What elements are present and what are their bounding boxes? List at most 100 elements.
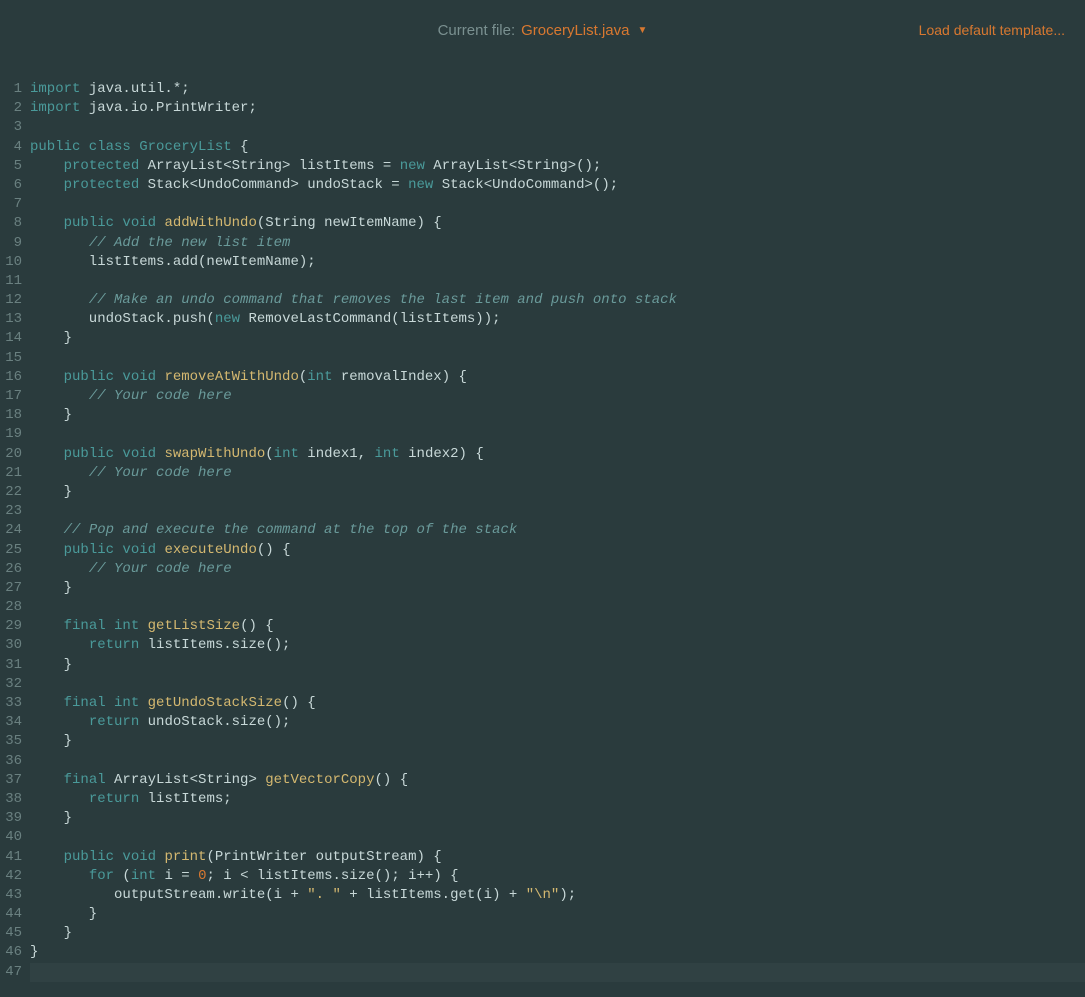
code-line[interactable] xyxy=(30,425,1085,444)
code-line[interactable]: } xyxy=(30,924,1085,943)
code-line[interactable]: import java.io.PrintWriter; xyxy=(30,99,1085,118)
current-file-label: Current file: xyxy=(438,22,516,39)
code-line[interactable]: protected ArrayList<String> listItems = … xyxy=(30,157,1085,176)
line-number: 36 xyxy=(0,752,22,771)
line-number: 35 xyxy=(0,732,22,751)
line-number: 37 xyxy=(0,771,22,790)
code-line[interactable]: outputStream.write(i + ". " + listItems.… xyxy=(30,886,1085,905)
line-number: 20 xyxy=(0,445,22,464)
code-line[interactable] xyxy=(30,963,1085,982)
editor-header: Current file: GroceryList.java ▼ Load de… xyxy=(0,0,1085,60)
code-line[interactable] xyxy=(30,349,1085,368)
line-number: 5 xyxy=(0,157,22,176)
code-line[interactable]: final int getListSize() { xyxy=(30,617,1085,636)
line-number: 13 xyxy=(0,310,22,329)
line-number: 19 xyxy=(0,425,22,444)
line-number: 32 xyxy=(0,675,22,694)
code-line[interactable]: // Add the new list item xyxy=(30,234,1085,253)
line-number: 28 xyxy=(0,598,22,617)
code-line[interactable]: } xyxy=(30,329,1085,348)
code-line[interactable]: public void swapWithUndo(int index1, int… xyxy=(30,445,1085,464)
line-number: 24 xyxy=(0,521,22,540)
code-line[interactable]: } xyxy=(30,483,1085,502)
line-number: 21 xyxy=(0,464,22,483)
line-number-gutter: 1234567891011121314151617181920212223242… xyxy=(0,80,30,982)
code-line[interactable]: public void executeUndo() { xyxy=(30,541,1085,560)
code-line[interactable] xyxy=(30,598,1085,617)
line-number: 1 xyxy=(0,80,22,99)
code-line[interactable]: public void removeAtWithUndo(int removal… xyxy=(30,368,1085,387)
line-number: 39 xyxy=(0,809,22,828)
code-line[interactable]: protected Stack<UndoCommand> undoStack =… xyxy=(30,176,1085,195)
code-line[interactable]: import java.util.*; xyxy=(30,80,1085,99)
code-line[interactable]: undoStack.push(new RemoveLastCommand(lis… xyxy=(30,310,1085,329)
code-line[interactable]: // Pop and execute the command at the to… xyxy=(30,521,1085,540)
code-line[interactable]: public void addWithUndo(String newItemNa… xyxy=(30,214,1085,233)
code-line[interactable]: return listItems.size(); xyxy=(30,636,1085,655)
line-number: 29 xyxy=(0,617,22,636)
line-number: 42 xyxy=(0,867,22,886)
code-line[interactable]: public void print(PrintWriter outputStre… xyxy=(30,848,1085,867)
line-number: 27 xyxy=(0,579,22,598)
line-number: 2 xyxy=(0,99,22,118)
line-number: 45 xyxy=(0,924,22,943)
code-area[interactable]: import java.util.*;import java.io.PrintW… xyxy=(30,80,1085,982)
line-number: 18 xyxy=(0,406,22,425)
line-number: 41 xyxy=(0,848,22,867)
line-number: 43 xyxy=(0,886,22,905)
chevron-down-icon: ▼ xyxy=(638,25,648,36)
line-number: 14 xyxy=(0,329,22,348)
code-line[interactable]: } xyxy=(30,656,1085,675)
code-line[interactable]: } xyxy=(30,406,1085,425)
code-line[interactable]: // Your code here xyxy=(30,560,1085,579)
line-number: 15 xyxy=(0,349,22,368)
line-number: 47 xyxy=(0,963,22,982)
code-line[interactable]: final int getUndoStackSize() { xyxy=(30,694,1085,713)
code-line[interactable]: // Make an undo command that removes the… xyxy=(30,291,1085,310)
code-editor[interactable]: 1234567891011121314151617181920212223242… xyxy=(0,60,1085,982)
line-number: 26 xyxy=(0,560,22,579)
line-number: 16 xyxy=(0,368,22,387)
code-line[interactable]: public class GroceryList { xyxy=(30,138,1085,157)
code-line[interactable]: } xyxy=(30,579,1085,598)
code-line[interactable]: return listItems; xyxy=(30,790,1085,809)
code-line[interactable]: // Your code here xyxy=(30,387,1085,406)
line-number: 8 xyxy=(0,214,22,233)
code-line[interactable] xyxy=(30,118,1085,137)
code-line[interactable]: } xyxy=(30,905,1085,924)
code-line[interactable] xyxy=(30,675,1085,694)
code-line[interactable]: listItems.add(newItemName); xyxy=(30,253,1085,272)
line-number: 3 xyxy=(0,118,22,137)
code-line[interactable] xyxy=(30,195,1085,214)
line-number: 22 xyxy=(0,483,22,502)
code-line[interactable]: for (int i = 0; i < listItems.size(); i+… xyxy=(30,867,1085,886)
line-number: 11 xyxy=(0,272,22,291)
code-line[interactable] xyxy=(30,828,1085,847)
line-number: 46 xyxy=(0,943,22,962)
line-number: 30 xyxy=(0,636,22,655)
code-line[interactable] xyxy=(30,502,1085,521)
code-line[interactable]: return undoStack.size(); xyxy=(30,713,1085,732)
line-number: 34 xyxy=(0,713,22,732)
line-number: 25 xyxy=(0,541,22,560)
code-line[interactable]: } xyxy=(30,732,1085,751)
line-number: 31 xyxy=(0,656,22,675)
line-number: 6 xyxy=(0,176,22,195)
line-number: 9 xyxy=(0,234,22,253)
line-number: 44 xyxy=(0,905,22,924)
current-file-name: GroceryList.java xyxy=(521,22,629,39)
line-number: 38 xyxy=(0,790,22,809)
code-line[interactable] xyxy=(30,752,1085,771)
line-number: 10 xyxy=(0,253,22,272)
code-line[interactable] xyxy=(30,272,1085,291)
code-line[interactable]: } xyxy=(30,943,1085,962)
code-line[interactable]: final ArrayList<String> getVectorCopy() … xyxy=(30,771,1085,790)
code-line[interactable]: // Your code here xyxy=(30,464,1085,483)
line-number: 7 xyxy=(0,195,22,214)
code-line[interactable]: } xyxy=(30,809,1085,828)
line-number: 23 xyxy=(0,502,22,521)
line-number: 40 xyxy=(0,828,22,847)
file-selector[interactable]: Current file: GroceryList.java ▼ xyxy=(438,22,648,39)
line-number: 12 xyxy=(0,291,22,310)
load-template-link[interactable]: Load default template... xyxy=(919,22,1065,38)
